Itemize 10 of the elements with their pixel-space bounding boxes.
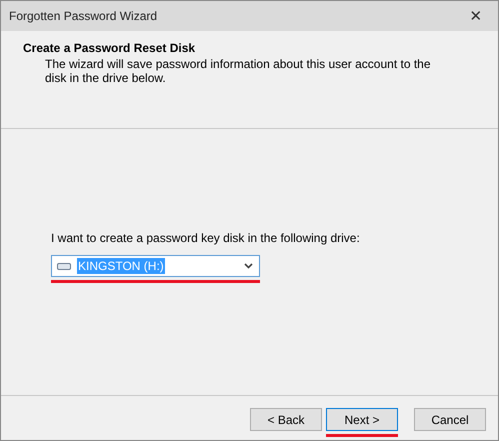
drive-value: KINGSTON (H:) <box>77 258 165 274</box>
wizard-button[interactable]: < Back <box>250 408 322 431</box>
drive-label: I want to create a password key disk in the following drive: <box>51 231 360 245</box>
wizard-button[interactable]: Cancel <box>414 408 486 431</box>
wizard-button[interactable]: Next > <box>326 408 398 431</box>
page-description: The wizard will save password information about this user account to the disk in the drive below. <box>44 57 432 85</box>
page-title: Create a Password Reset Disk <box>23 41 196 55</box>
window-title: Forgotten Password Wizard <box>9 9 158 23</box>
close-button[interactable]: ✕ <box>454 1 498 31</box>
drive-icon <box>57 262 71 270</box>
